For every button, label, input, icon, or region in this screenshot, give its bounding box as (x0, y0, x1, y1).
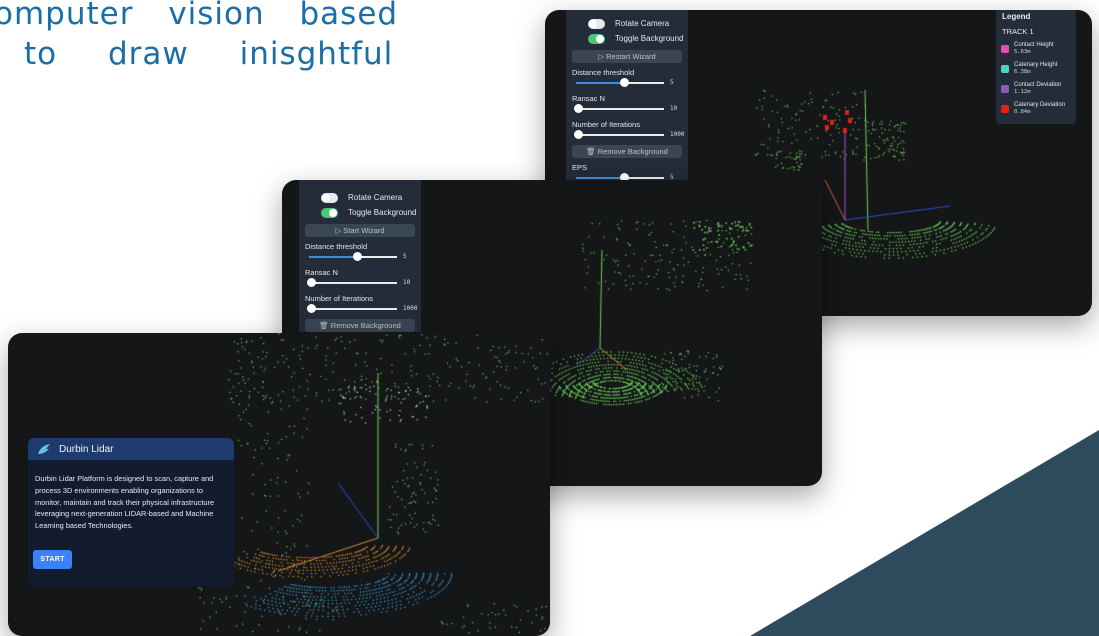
legend-item-value: 5.63m (1014, 49, 1031, 55)
legend-swatch (1001, 85, 1009, 93)
legend-item-value: 6.38m (1014, 69, 1031, 75)
legend-swatch (1001, 65, 1009, 73)
distance-threshold-slider[interactable]: 5 (566, 77, 688, 89)
legend-item: Catenary Height 6.38m (996, 58, 1076, 78)
headline: omputer vision based to draw inisghtful (0, 0, 398, 74)
slider-thumb[interactable] (573, 130, 583, 139)
intro-header: Durbin Lidar (28, 438, 234, 460)
ransac-n-label: Ransac N (572, 94, 605, 103)
distance-threshold-slider[interactable]: 5 (299, 251, 421, 263)
restart-wizard-button[interactable]: ▷ Restart Wizard (572, 50, 682, 63)
intro-description: Durbin Lidar Platform is designed to sca… (35, 474, 215, 531)
legend-item-name: Contact Deviation (1014, 82, 1062, 88)
remove-background-button[interactable]: 🗑 Remove Background (572, 145, 682, 158)
iterations-label: Number of Iterations (305, 294, 373, 303)
legend-item: Catenary Deviation 0.84m (996, 98, 1076, 118)
controls-panel: Rotate Camera Toggle Background ▷ Restar… (566, 10, 688, 182)
slider-thumb[interactable] (306, 278, 316, 287)
distance-threshold-label: Distance threshold (572, 68, 635, 77)
ransac-n-slider[interactable]: 10 (299, 277, 421, 289)
rotate-camera-row[interactable]: Rotate Camera (566, 16, 688, 31)
legend-panel: Legend TRACK 1 Contact Height 5.63m Cate… (996, 10, 1076, 124)
distance-threshold-label: Distance threshold (305, 242, 368, 251)
legend-item-value: 1.12m (1014, 89, 1031, 95)
legend-item-name: Contact Height (1014, 42, 1054, 48)
start-wizard-button[interactable]: ▷ Start Wizard (305, 224, 415, 237)
distance-threshold-value: 5 (670, 79, 674, 86)
eps-label: EPS (572, 163, 588, 172)
iterations-value: 1000 (403, 305, 418, 312)
legend-title: Legend (1002, 12, 1031, 21)
ransac-n-value: 10 (403, 279, 411, 286)
toggle-background-toggle[interactable] (321, 207, 338, 218)
legend-swatch (1001, 105, 1009, 113)
toggle-background-label: Toggle Background (615, 34, 684, 43)
iterations-label: Number of Iterations (572, 120, 640, 129)
legend-item-value: 0.84m (1014, 109, 1031, 115)
headline-line-1: omputer vision based (0, 0, 399, 32)
legend-item: Contact Deviation 1.12m (996, 78, 1076, 98)
screenshot-card-front: Durbin Lidar Durbin Lidar Platform is de… (8, 333, 550, 636)
toggle-background-toggle[interactable] (588, 33, 605, 44)
controls-panel: Rotate Camera Toggle Background ▷ Start … (299, 180, 421, 332)
ransac-n-value: 10 (670, 105, 678, 112)
rotate-camera-label: Rotate Camera (348, 193, 403, 202)
slider-thumb[interactable] (306, 304, 316, 313)
slider-thumb[interactable] (620, 78, 630, 87)
iterations-value: 1000 (670, 131, 685, 138)
bird-logo-icon (38, 444, 50, 454)
ransac-n-label: Ransac N (305, 268, 338, 277)
start-button[interactable]: START (33, 550, 72, 569)
toggle-background-label: Toggle Background (348, 208, 417, 217)
rotate-camera-toggle[interactable] (588, 18, 605, 29)
remove-background-button[interactable]: 🗑 Remove Background (305, 319, 415, 332)
rotate-camera-row[interactable]: Rotate Camera (299, 190, 421, 205)
intro-panel: Durbin Lidar Durbin Lidar Platform is de… (28, 438, 234, 586)
legend-item-name: Catenary Deviation (1014, 102, 1066, 108)
slider-thumb[interactable] (573, 104, 583, 113)
legend-swatch (1001, 45, 1009, 53)
headline-line-2: to draw inisghtful (24, 36, 394, 72)
iterations-slider[interactable]: 1000 (566, 129, 688, 141)
toggle-background-row[interactable]: Toggle Background (299, 205, 421, 220)
rotate-camera-label: Rotate Camera (615, 19, 670, 28)
brand-name: Durbin Lidar (59, 443, 114, 455)
slider-thumb[interactable] (353, 252, 363, 261)
legend-item: Contact Height 5.63m (996, 38, 1076, 58)
distance-threshold-value: 5 (403, 253, 407, 260)
toggle-background-row[interactable]: Toggle Background (566, 31, 688, 46)
rotate-camera-toggle[interactable] (321, 192, 338, 203)
legend-track-label: TRACK 1 (1002, 27, 1034, 36)
ransac-n-slider[interactable]: 10 (566, 103, 688, 115)
legend-item-name: Catenary Height (1014, 62, 1058, 68)
iterations-slider[interactable]: 1000 (299, 303, 421, 315)
